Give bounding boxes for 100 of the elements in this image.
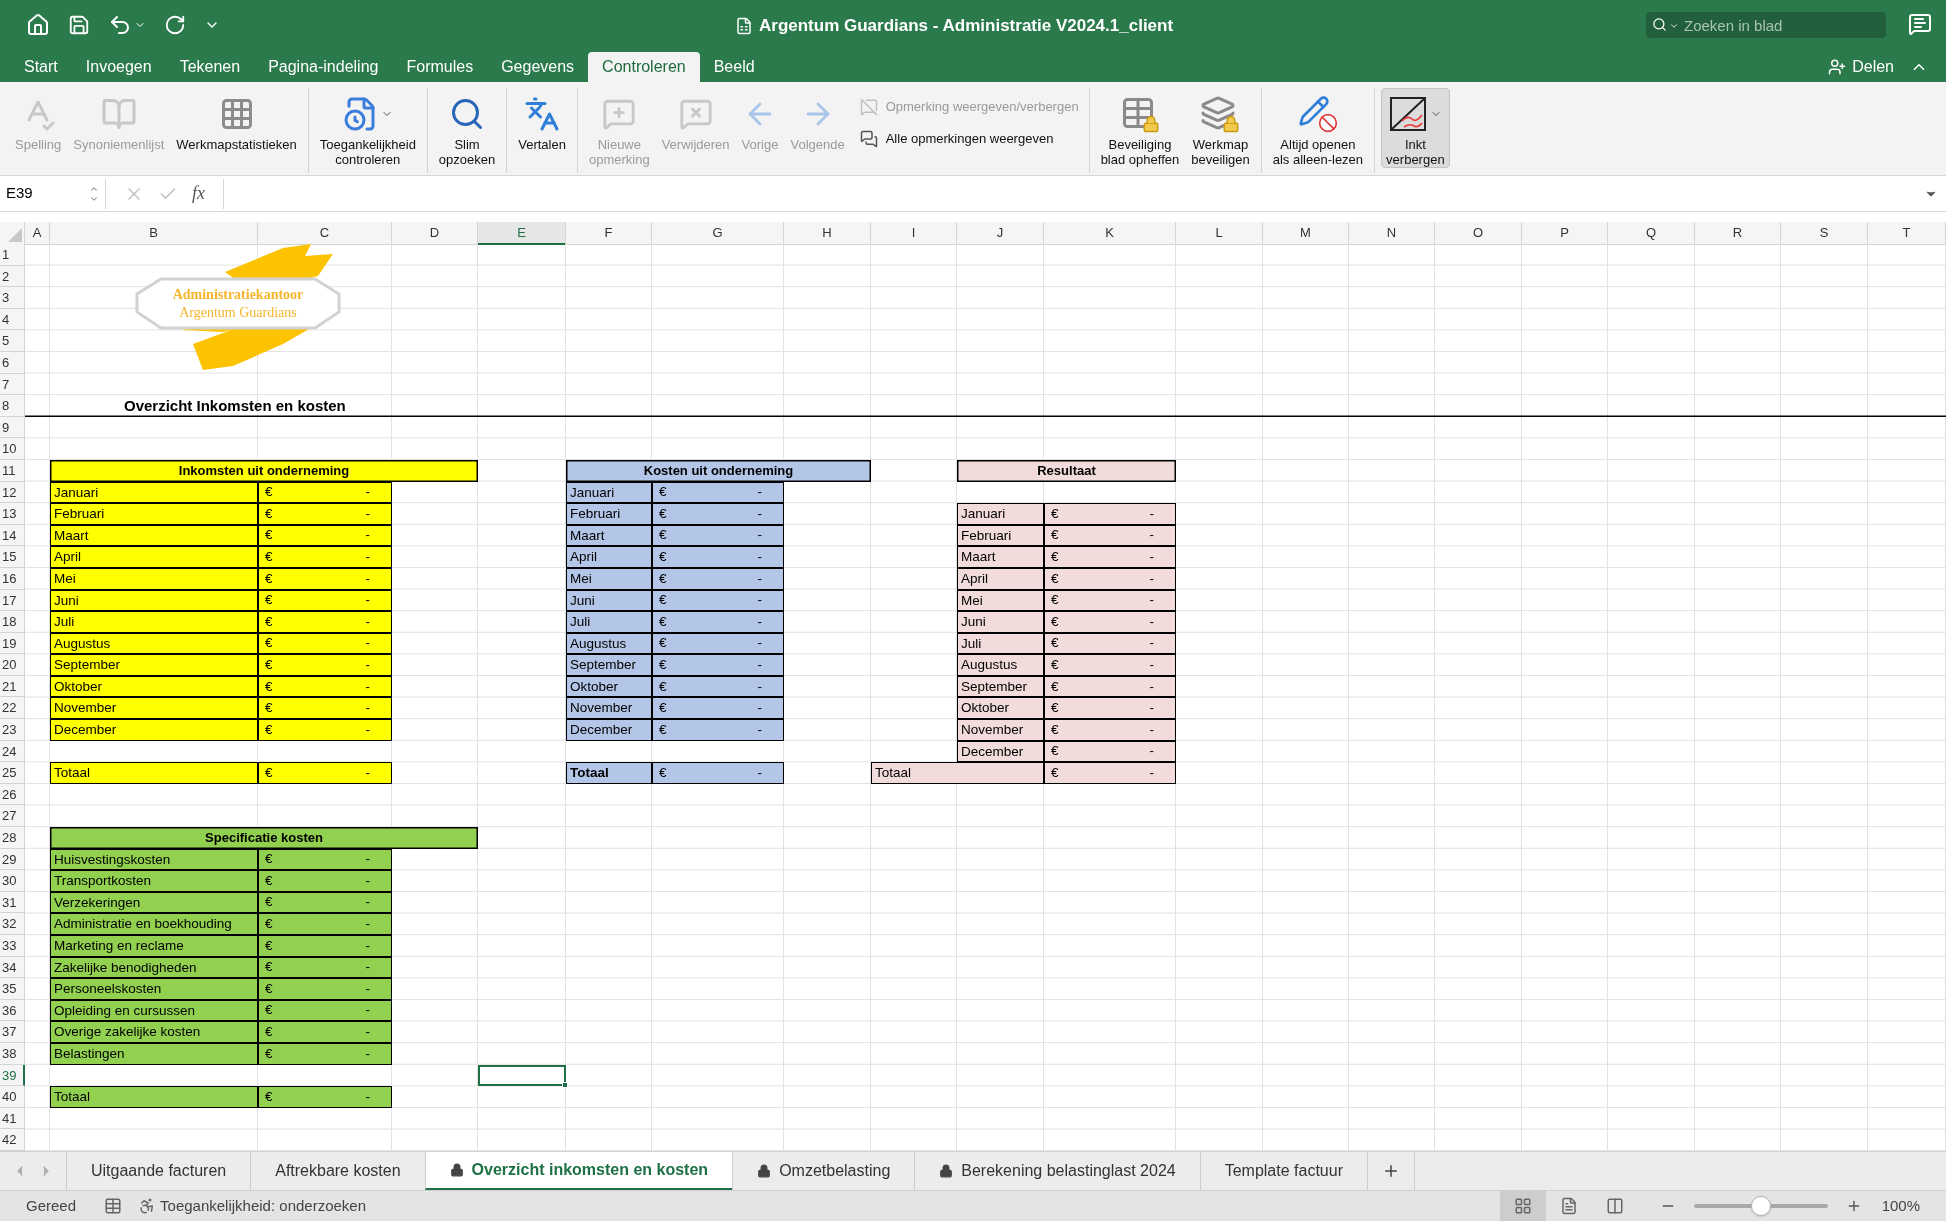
menu-tab[interactable]: Gegevens [487,52,589,82]
column-header[interactable]: M [1263,222,1349,245]
column-header[interactable]: H [784,222,871,245]
row-header[interactable]: 30 [0,870,25,892]
zoom-level[interactable]: 100% [1881,1194,1920,1218]
column-header[interactable]: K [1044,222,1176,245]
row-header[interactable]: 12 [0,481,25,504]
row-header[interactable]: 17 [0,589,25,612]
amount-value: - [365,720,370,739]
column-header[interactable]: P [1522,222,1608,245]
row-header[interactable]: 7 [0,373,25,396]
row-header[interactable]: 39 [0,1064,25,1087]
column-header[interactable]: E [478,222,566,245]
sheet-status-icon[interactable] [104,1197,123,1215]
column-header[interactable]: D [392,222,478,245]
row-header[interactable]: 37 [0,1021,25,1043]
column-header[interactable]: G [652,222,784,245]
row-header[interactable]: 25 [0,762,25,784]
ribbon-button[interactable]: Werkmapstatistieken [171,88,302,153]
row-header[interactable]: 9 [0,416,25,439]
currency-symbol: € [659,548,667,566]
row-header[interactable]: 26 [0,783,25,806]
row-header[interactable]: 38 [0,1042,25,1065]
row-header[interactable]: 36 [0,999,25,1022]
row-header[interactable]: 35 [0,978,25,1000]
ribbon-button[interactable]: Vertalen [513,88,571,153]
row-header[interactable]: 29 [0,848,25,871]
home-icon[interactable] [26,13,50,37]
row-header[interactable]: 27 [0,805,25,828]
row-header[interactable]: 5 [0,330,25,352]
row-header[interactable]: 6 [0,351,25,374]
row-header[interactable]: 11 [0,459,25,482]
view-button[interactable] [1499,1190,1546,1221]
function-button[interactable]: fx [192,180,205,207]
selected-cell[interactable] [478,1064,566,1087]
menu-tab[interactable]: Formules [392,52,488,82]
table-cell: Augustus [50,632,258,655]
row-header[interactable]: 28 [0,827,25,849]
column-header[interactable]: Q [1608,222,1695,245]
row-header[interactable]: 14 [0,524,25,547]
name-box[interactable]: E39 [0,178,106,209]
accessibility-status[interactable]: Toegankelijkheid: onderzoeken [160,1194,367,1218]
row-header[interactable]: 3 [0,287,25,309]
row-header[interactable]: 20 [0,654,25,676]
menu-tab[interactable]: Invoegen [71,52,166,82]
column-header[interactable]: S [1781,222,1868,245]
redo-icon[interactable] [164,14,186,36]
ribbon-button[interactable]: Toegankelijkheid controleren [314,88,421,168]
ribbon-button[interactable]: Werkmap beveiligen [1186,88,1255,168]
row-header[interactable]: 32 [0,913,25,935]
comments-icon[interactable] [1908,12,1932,36]
column-header[interactable]: A [25,222,50,245]
ribbon-button[interactable]: Beveiliging blad opheffen [1095,88,1185,168]
row-header[interactable]: 8 [0,395,25,417]
row-header[interactable]: 15 [0,546,25,568]
row-header[interactable]: 42 [0,1129,25,1151]
row-header[interactable]: 40 [0,1086,25,1108]
row-header[interactable]: 1 [0,244,25,266]
row-header[interactable]: 31 [0,891,25,914]
column-header[interactable]: I [871,222,957,245]
ribbon-button[interactable]: Altijd openen als alleen-lezen [1267,88,1369,168]
row-header[interactable]: 24 [0,740,25,763]
undo-icon[interactable] [108,13,132,37]
column-header[interactable]: J [957,222,1044,245]
currency-symbol: € [659,612,667,631]
column-header[interactable]: L [1176,222,1263,245]
column-header[interactable]: R [1695,222,1781,245]
row-header[interactable]: 23 [0,719,25,741]
ribbon-small-button[interactable]: Alle opmerkingen weergeven [855,126,1083,152]
ribbon-button[interactable]: Slim opzoeken [433,88,501,168]
row-header[interactable]: 4 [0,308,25,331]
row-header[interactable]: 21 [0,675,25,698]
currency-symbol: € [265,699,273,718]
column-header[interactable]: O [1435,222,1522,245]
column-header[interactable]: B [50,222,258,245]
row-header[interactable]: 22 [0,697,25,720]
menu-tab[interactable]: Pagina-indeling [254,52,393,82]
save-icon[interactable] [68,14,90,36]
menu-tab[interactable]: Beeld [699,52,769,82]
row-header[interactable]: 18 [0,611,25,633]
row-header[interactable]: 33 [0,935,25,957]
row-header[interactable]: 19 [0,632,25,655]
search-field[interactable]: Zoeken in blad [1646,12,1886,38]
column-header[interactable]: T [1868,222,1946,245]
menu-tab[interactable]: Start [10,52,72,82]
row-header[interactable]: 2 [0,265,25,288]
column-header[interactable]: N [1349,222,1435,245]
row-header[interactable]: 16 [0,567,25,590]
row-header[interactable]: 13 [0,503,25,525]
column-header[interactable]: C [258,222,392,245]
ribbon-button[interactable]: Inkt verbergen [1381,88,1450,168]
row-header[interactable]: 34 [0,956,25,979]
row-header[interactable]: 41 [0,1107,25,1130]
column-header[interactable]: F [566,222,652,245]
row-header[interactable]: 10 [0,438,25,460]
menu-tab[interactable]: Tekenen [165,52,255,82]
menu-tab[interactable]: Controleren [588,52,700,82]
zoom-slider-thumb[interactable] [1750,1196,1771,1216]
share-button[interactable]: Delen [1820,52,1902,82]
sheet-tab[interactable]: Overzicht inkomsten en kosten [424,1152,733,1190]
